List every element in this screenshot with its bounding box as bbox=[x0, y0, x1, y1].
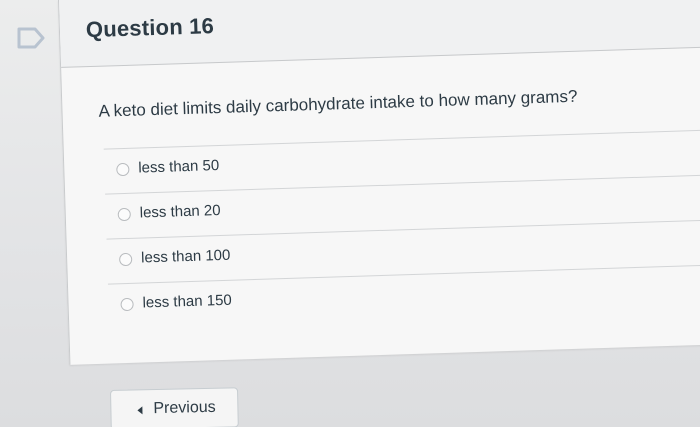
flag-icon[interactable] bbox=[17, 27, 45, 49]
question-header: Question 16 bbox=[58, 0, 700, 68]
chevron-left-icon bbox=[137, 406, 143, 415]
answer-label[interactable]: less than 20 bbox=[139, 202, 220, 222]
quiz-page: Question 16 A keto diet limits daily car… bbox=[0, 0, 700, 427]
previous-button[interactable]: Previous bbox=[110, 387, 239, 427]
answer-label[interactable]: less than 150 bbox=[142, 292, 232, 312]
radio-icon[interactable] bbox=[117, 207, 131, 222]
question-card: Question 16 A keto diet limits daily car… bbox=[58, 0, 700, 365]
question-text: A keto diet limits daily carbohydrate in… bbox=[98, 86, 578, 121]
answer-label[interactable]: less than 50 bbox=[138, 157, 219, 177]
radio-icon[interactable] bbox=[120, 297, 134, 312]
previous-button-label: Previous bbox=[153, 398, 216, 418]
radio-icon[interactable] bbox=[116, 162, 130, 177]
question-title: Question 16 bbox=[85, 13, 215, 43]
answer-label[interactable]: less than 100 bbox=[141, 247, 231, 267]
radio-icon[interactable] bbox=[118, 252, 133, 267]
